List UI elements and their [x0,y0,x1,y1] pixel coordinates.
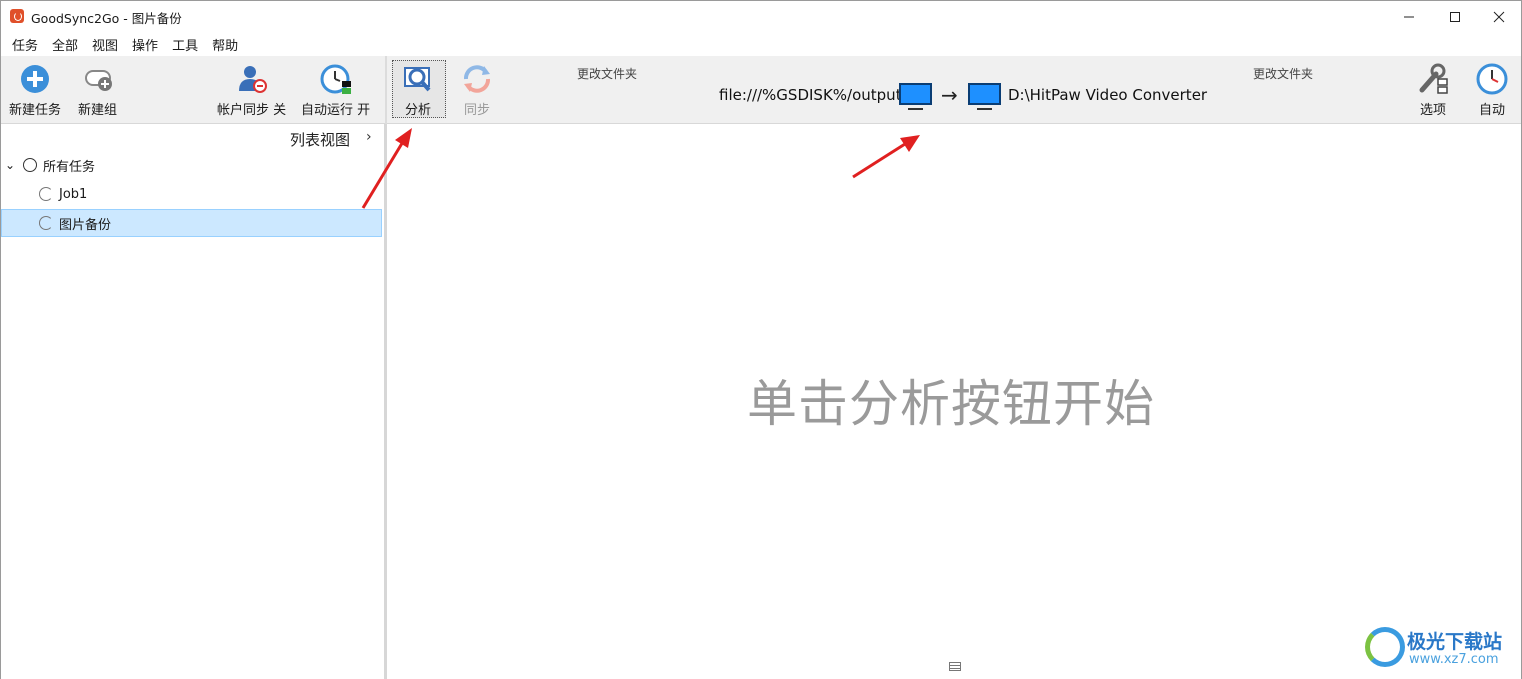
options-button[interactable]: 选项 [1416,62,1450,118]
add-circle-icon [21,65,49,93]
chevron-right-icon[interactable]: › [366,129,372,145]
watermark-url: www.xz7.com [1409,652,1499,667]
left-folder-path[interactable]: file:///%GSDISK%/output [719,86,902,104]
toolbar: 新建任务 新建组 帐户同步 关 自动运行 开 分析 同步 更改文件夹 file:… [1,56,1521,124]
tree-item-image-backup[interactable]: 图片备份 [1,209,382,237]
menu-tools[interactable]: 工具 [165,32,205,56]
sync-status-icon [39,187,53,201]
app-window: GoodSync2Go - 图片备份 任务 全部 视图 操作 工具 帮助 新建任… [0,0,1522,679]
new-group-label: 新建组 [78,103,118,118]
title-bar: GoodSync2Go - 图片备份 [1,1,1521,32]
watermark-logo-icon [1365,627,1405,667]
auto-button[interactable]: 自动 [1475,62,1509,118]
chevron-down-icon[interactable]: ⌄ [5,158,23,172]
sync-arrows-icon [464,65,490,93]
watermark: 极光下载站 www.xz7.com [1365,625,1515,673]
auto-clock-icon [1476,63,1508,95]
account-sync-icon [238,66,267,93]
right-change-folder-link[interactable]: 更改文件夹 [1253,65,1313,82]
auto-run-label: 自动运行 开 [301,103,371,118]
new-job-button[interactable]: 新建任务 [9,62,61,118]
account-sync-label: 帐户同步 关 [217,103,287,118]
auto-label: 自动 [1478,103,1505,118]
main-content-panel: 单击分析按钮开始 [387,124,1521,679]
circle-icon [23,158,37,172]
account-sync-button[interactable]: 帐户同步 关 [217,62,286,118]
close-button[interactable] [1476,1,1522,32]
add-group-icon [84,70,112,91]
auto-run-button[interactable]: 自动运行 开 [301,62,370,118]
menu-view[interactable]: 视图 [85,32,125,56]
window-title: GoodSync2Go - 图片备份 [31,11,182,26]
job-list-panel: 列表视图 › ⌄ 所有任务 Job1 图片备份 [1,124,384,679]
close-icon [1493,11,1505,22]
empty-state-message: 单击分析按钮开始 [747,375,1155,433]
sync-label: 同步 [463,103,490,118]
menu-bar: 任务 全部 视图 操作 工具 帮助 [1,32,1521,56]
analyze-button[interactable]: 分析 [401,62,435,118]
toolbar-separator [385,56,387,124]
watermark-title: 极光下载站 [1407,631,1503,653]
tree-item-label: 图片备份 [59,217,112,233]
wrench-checklist-icon [1419,63,1448,94]
maximize-button[interactable] [1432,1,1478,32]
menu-all[interactable]: 全部 [45,32,85,56]
sync-button[interactable]: 同步 [460,62,494,118]
sync-status-icon [39,216,53,230]
left-change-folder-link[interactable]: 更改文件夹 [577,65,637,82]
maximize-icon [1450,11,1460,22]
left-monitor-icon [899,83,932,111]
minimize-icon [1404,16,1414,17]
tree-item-label: Job1 [59,186,88,202]
menu-task[interactable]: 任务 [5,32,45,56]
new-job-label: 新建任务 [9,103,62,118]
resize-handle-icon[interactable] [949,662,961,671]
right-folder-path[interactable]: D:\HitPaw Video Converter [1008,86,1207,104]
tree-item-all-jobs[interactable]: ⌄ 所有任务 [1,151,382,179]
menu-action[interactable]: 操作 [125,32,165,56]
menu-help[interactable]: 帮助 [205,32,245,56]
tree-item-label: 所有任务 [43,159,96,175]
list-view-toggle[interactable]: 列表视图 [290,129,350,150]
analyze-label: 分析 [404,103,431,118]
right-monitor-icon [968,83,1001,111]
clock-icon [320,64,351,94]
minimize-button[interactable] [1386,1,1432,32]
tree-item-job1[interactable]: Job1 [1,180,382,208]
app-logo-icon [10,9,24,23]
analyze-magnifier-icon [404,67,431,92]
direction-arrow-icon[interactable]: → [941,83,958,107]
options-label: 选项 [1419,103,1446,118]
new-group-button[interactable]: 新建组 [78,62,117,118]
